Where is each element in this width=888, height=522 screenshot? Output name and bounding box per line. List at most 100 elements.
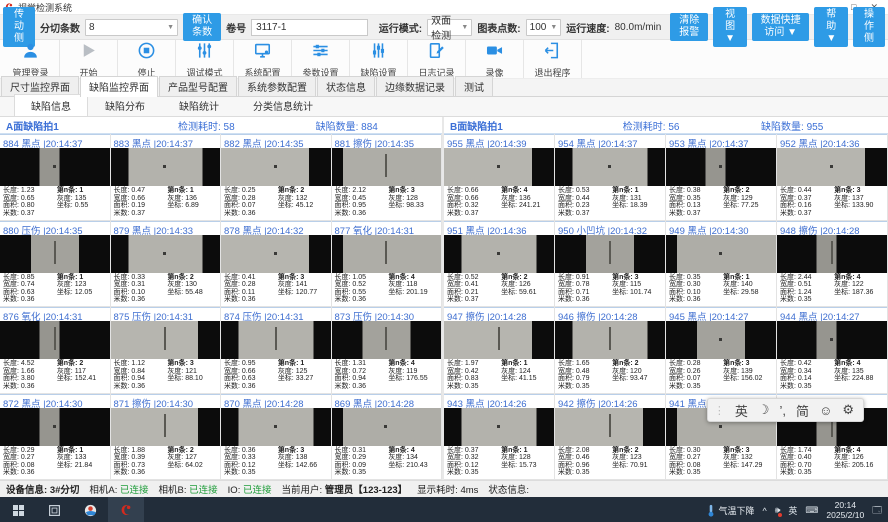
main-tab-测试[interactable]: 测试 [455,76,493,96]
meta-meters: 米数: 0.36 [114,296,168,304]
tray-expand-caret[interactable]: ^ [762,506,766,516]
operator-side-button[interactable]: 操作侧 [853,7,885,47]
defect-cell[interactable]: 949 黑点 |20:14:30长度: 0.35宽度: 0.30面积: 0.10… [666,221,777,308]
ime-settings-gear-icon[interactable]: ⚙ [842,402,854,418]
defect-cell[interactable]: 881 擦伤 |20:14:35长度: 2.12宽度: 0.45面积: 0.95… [332,134,443,221]
defect-cell[interactable]: 874 压伤 |20:14:31长度: 0.95宽度: 0.66面积: 0.63… [221,307,332,394]
defect-cell[interactable]: 952 黑点 |20:14:36长度: 0.44宽度: 0.37面积: 0.16… [777,134,888,221]
taskbar-app-inspection-system[interactable] [108,497,144,522]
run-mode-select[interactable]: 双面检测▼ [427,19,472,36]
tool-debug-button[interactable]: 调试模式 [176,40,234,78]
meta-right-column: 第n条: 1灰度: 133坐标: 21.84 [57,447,107,477]
meta-left-column: 长度: 0.25宽度: 0.28面积: 0.07米数: 0.36 [224,187,278,217]
defect-cell[interactable]: 951 黑点 |20:14:36长度: 0.52宽度: 0.41面积: 0.21… [444,221,555,308]
tool-camera-button[interactable]: 录像 [466,40,524,78]
weather-tray-item[interactable]: 气温下降 [707,504,754,517]
sub-tab-缺陷信息[interactable]: 缺陷信息 [14,94,88,116]
meta-left-column: 长度: 1.31宽度: 0.72面积: 0.94米数: 0.36 [335,360,389,390]
help-menu-button[interactable]: 帮助 ▼ [814,7,848,47]
tool-user-button[interactable]: 管理登录 [2,40,60,78]
defect-cell[interactable]: 955 黑点 |20:14:39长度: 0.66宽度: 0.66面积: 0.32… [444,134,555,221]
defect-cell[interactable]: 877 氧化 |20:14:31长度: 1.05宽度: 0.52面积: 0.55… [332,221,443,308]
meta-left-column: 长度: 0.30宽度: 0.27面积: 0.08米数: 0.35 [669,447,723,477]
defect-cell[interactable]: 948 擦伤 |20:14:28长度: 2.44宽度: 0.51面积: 1.24… [777,221,888,308]
action-center-icon[interactable]: 🗔 [872,503,882,519]
defect-cell[interactable]: 875 压伤 |20:14:31长度: 1.12宽度: 0.84面积: 0.94… [111,307,222,394]
defect-meta: 长度: 0.36宽度: 0.33面积: 0.12米数: 0.35第n条: 3灰度… [221,446,331,478]
ime-halfmoon-toggle[interactable]: ☽ [758,402,770,418]
keyboard-tray-icon[interactable]: ⌨ [805,505,818,516]
defect-cell[interactable]: 942 擦伤 |20:14:26长度: 2.08宽度: 0.46面积: 0.96… [555,394,666,481]
defect-cell[interactable]: 871 擦伤 |20:14:30长度: 1.88宽度: 0.39面积: 0.73… [111,394,222,481]
meta-strip: 第n条: 3 [612,274,662,282]
task-view-button[interactable] [36,497,72,522]
tool-defect-button[interactable]: 缺陷设置 [350,40,408,78]
defect-cell[interactable]: 879 黑点 |20:14:33长度: 0.33宽度: 0.31面积: 0.10… [111,221,222,308]
defect-cell[interactable]: 882 黑点 |20:14:35长度: 0.25宽度: 0.28面积: 0.07… [221,134,332,221]
defect-cell[interactable]: 943 黑点 |20:14:26长度: 0.37宽度: 0.32面积: 0.12… [444,394,555,481]
defect-thumbnail [221,408,331,446]
defect-cell[interactable]: 953 黑点 |20:14:37长度: 0.38宽度: 0.35面积: 0.13… [666,134,777,221]
sound-tray-icon[interactable]: 🕪 [775,505,781,516]
sub-tab-缺陷分布[interactable]: 缺陷分布 [88,94,162,116]
tool-log-button[interactable]: 日志记录 [408,40,466,78]
defect-cell[interactable]: 878 黑点 |20:14:32长度: 0.41宽度: 0.28面积: 0.11… [221,221,332,308]
clear-alarm-button[interactable]: 清除报警 [670,13,708,41]
view-menu-button[interactable]: 视图 ▼ [713,7,747,47]
thermometer-icon [707,504,715,517]
roll-number-input[interactable]: 3117-1 [251,19,368,36]
meta-length: 长度: 1.05 [335,274,389,282]
input-language-indicator[interactable]: 英 [788,504,797,517]
meta-right-column: 第n条: 4灰度: 136坐标: 241.21 [501,187,551,217]
ime-simplified-toggle[interactable]: 简 [796,401,809,420]
defect-cell[interactable]: 950 小凹坑 |20:14:32长度: 0.91宽度: 0.78面积: 0.7… [555,221,666,308]
meta-coord: 坐标: 64.02 [167,462,217,470]
defect-cell[interactable]: 869 黑点 |20:14:28长度: 0.31宽度: 0.29面积: 0.09… [332,394,443,481]
defect-cell[interactable]: 880 压伤 |20:14:35长度: 0.85宽度: 0.74面积: 0.63… [0,221,111,308]
tool-monitor-button[interactable]: 系统配置 [234,40,292,78]
meta-left-column: 长度: 2.44宽度: 0.51面积: 1.24米数: 0.35 [780,274,834,304]
defect-meta: 长度: 2.12宽度: 0.45面积: 0.95米数: 0.36第n条: 3灰度… [332,186,442,218]
chart-points-select[interactable]: 100▼ [526,19,562,36]
tool-play-button[interactable]: 开始 [60,40,118,78]
defect-cell[interactable]: 945 黑点 |20:14:27长度: 0.28宽度: 0.26面积: 0.07… [666,307,777,394]
main-tab-系统参数配置[interactable]: 系统参数配置 [238,76,316,96]
defect-cell[interactable]: 870 黑点 |20:14:28长度: 0.36宽度: 0.33面积: 0.12… [221,394,332,481]
main-tab-产品型号配置[interactable]: 产品型号配置 [159,76,237,96]
meta-coord: 坐标: 133.90 [834,202,884,210]
defect-cell[interactable]: 883 黑点 |20:14:37长度: 0.47宽度: 0.66面积: 0.19… [111,134,222,221]
tool-stop-button[interactable]: 停止 [118,40,176,78]
meta-strip: 第n条: 2 [278,187,328,195]
defect-cell[interactable]: 946 擦伤 |20:14:28长度: 1.65宽度: 0.48面积: 0.79… [555,307,666,394]
ime-english-toggle[interactable]: 英 [735,401,748,420]
defect-cell[interactable]: 872 黑点 |20:14:30长度: 0.29宽度: 0.27面积: 0.08… [0,394,111,481]
ime-grip[interactable]: ⋮ [714,404,725,417]
tool-params-button[interactable]: 参数设置 [292,40,350,78]
defect-cell[interactable]: 876 氧化 |20:14:31长度: 4.52宽度: 1.66面积: 3.80… [0,307,111,394]
tool-exit-button[interactable]: 退出程序 [524,40,582,78]
data-quick-access-menu-button[interactable]: 数据快捷访问 ▼ [752,13,810,41]
taskbar-clock[interactable]: 20:14 2025/2/10 [826,501,864,520]
taskbar-app-browser[interactable] [72,497,108,522]
sub-tab-缺陷统计[interactable]: 缺陷统计 [162,94,236,116]
defect-cell[interactable]: 873 压伤 |20:14:30长度: 1.31宽度: 0.72面积: 0.94… [332,307,443,394]
defect-mark [497,165,500,168]
slit-count-select[interactable]: 8▼ [85,19,178,36]
defect-cell[interactable]: 954 黑点 |20:14:37长度: 0.53宽度: 0.44面积: 0.23… [555,134,666,221]
meta-length: 长度: 0.66 [447,187,501,195]
sub-tab-分类信息统计[interactable]: 分类信息统计 [236,94,330,116]
main-tab-状态信息[interactable]: 状态信息 [317,76,375,96]
defect-cell[interactable]: 944 黑点 |20:14:27长度: 0.42宽度: 0.34面积: 0.14… [777,307,888,394]
defect-cell[interactable]: 884 黑点 |20:14:37长度: 1.23宽度: 0.65面积: 0.80… [0,134,111,221]
defect-cell[interactable]: 947 擦伤 |20:14:28长度: 1.97宽度: 0.42面积: 0.83… [444,307,555,394]
defect-meta: 长度: 1.88宽度: 0.39面积: 0.73米数: 0.36第n条: 2灰度… [111,446,221,478]
start-button[interactable] [0,497,36,522]
ime-punctuation-toggle[interactable]: ’, [780,403,787,418]
ime-emoji-button[interactable]: ☺ [819,403,832,418]
main-tab-边缘数据记录[interactable]: 边缘数据记录 [376,76,454,96]
main-tab-缺陷监控界面[interactable]: 缺陷监控界面 [80,76,158,97]
confirm-count-button[interactable]: 确认条数 [183,13,221,41]
main-tab-尺寸监控界面[interactable]: 尺寸监控界面 [1,76,79,96]
defect-meta: 长度: 0.38宽度: 0.35面积: 0.13米数: 0.37第n条: 2灰度… [666,186,776,218]
meta-strip: 第n条: 2 [57,360,107,368]
